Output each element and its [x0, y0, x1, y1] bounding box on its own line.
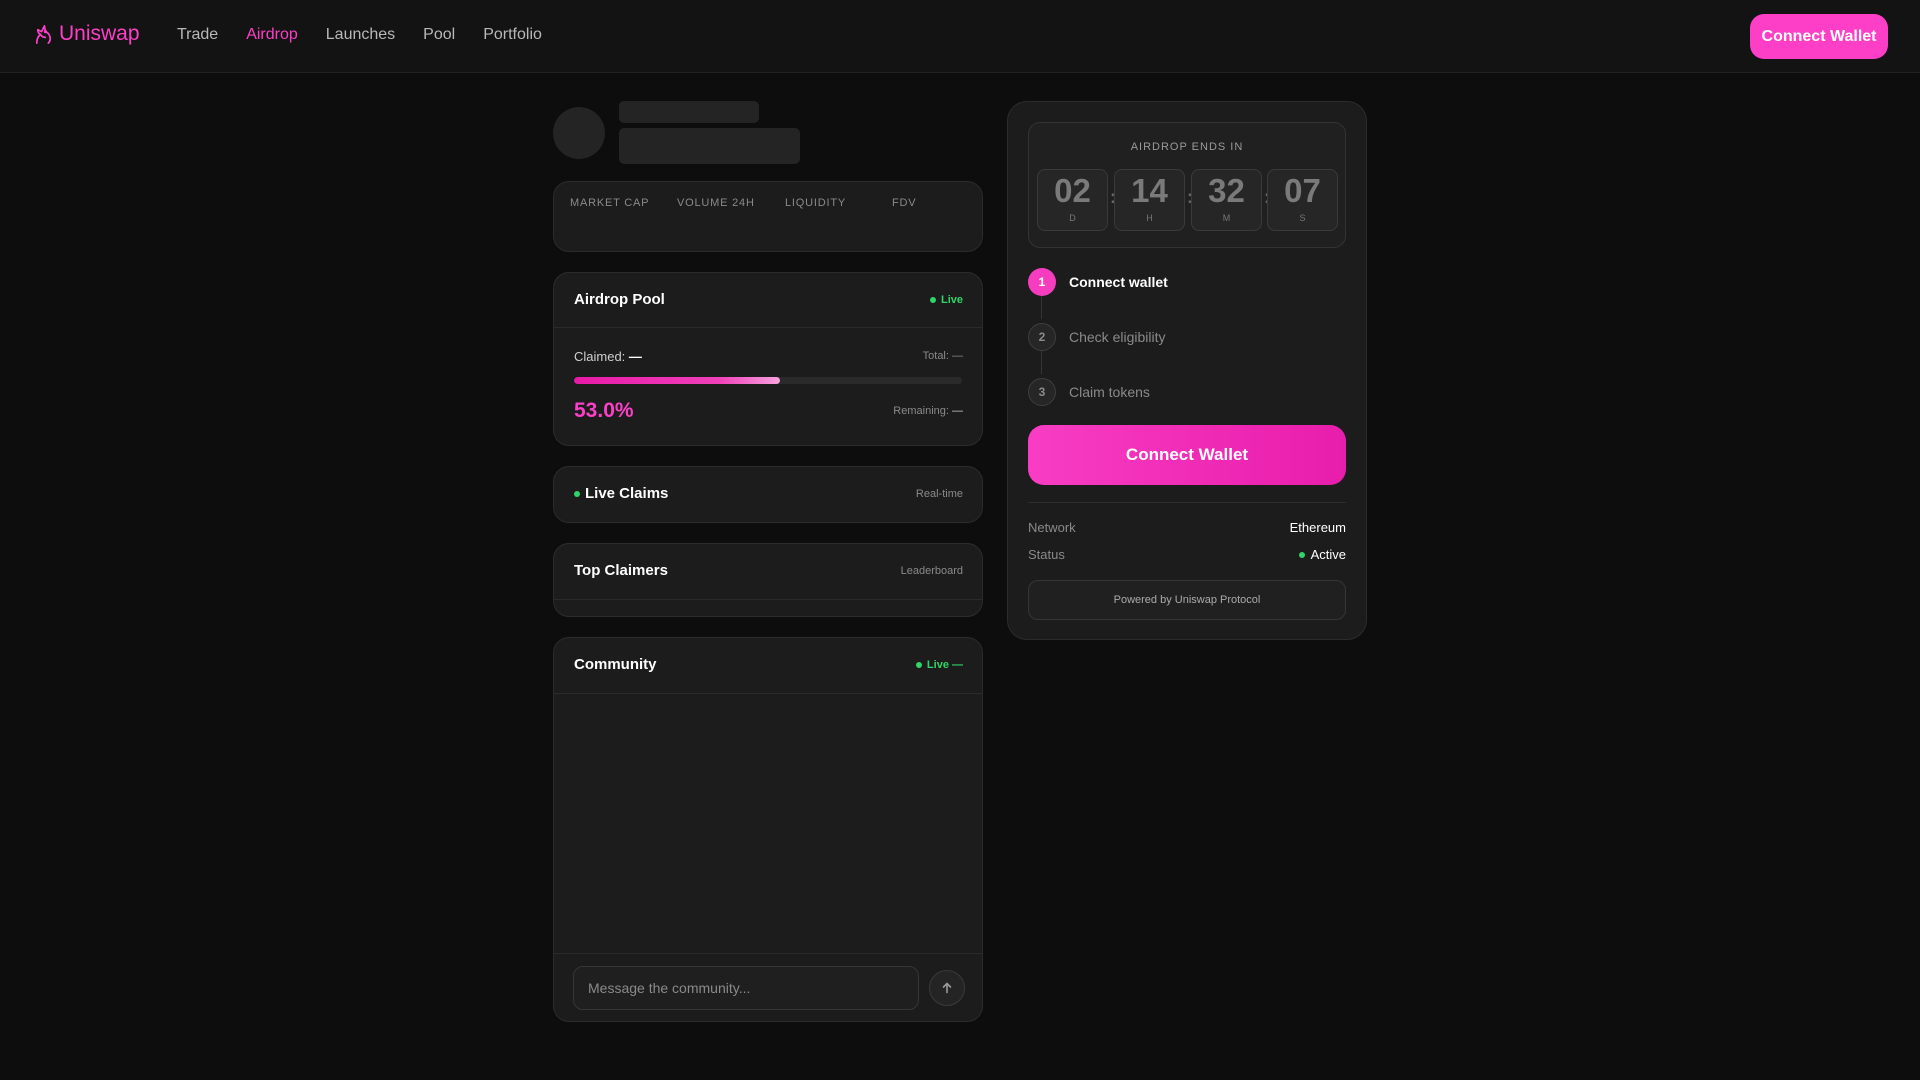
claimed-value: — — [628, 349, 642, 364]
live-dot-icon — [574, 490, 580, 497]
community-title: Community — [574, 656, 657, 673]
token-stats-card: MARKET CAP VOLUME 24H LIQUIDITY FDV — [553, 181, 983, 252]
token-price-placeholder — [619, 128, 800, 164]
step-2-number: 2 — [1028, 323, 1056, 351]
claims-subtitle: Real-time — [915, 488, 963, 500]
stat-label-fdv: FDV — [892, 197, 917, 209]
top-claimers-card: Top Claimers Leaderboard — [553, 543, 983, 617]
stat-label-market-cap: MARKET CAP — [570, 197, 650, 209]
step-claim-tokens: 3 Claim tokens — [1028, 378, 1150, 406]
step-connector — [1041, 296, 1042, 319]
community-card: Community Live — — [553, 637, 983, 1022]
countdown-minutes: 32 M — [1191, 169, 1262, 231]
step-3-label: Claim tokens — [1069, 384, 1150, 400]
step-1-label: Connect wallet — [1069, 274, 1168, 290]
pool-status-text: Live — [940, 294, 963, 306]
nav-link-airdrop[interactable]: Airdrop — [246, 26, 298, 44]
remaining-label: Remaining: — [893, 405, 949, 417]
countdown-minutes-unit: M — [1222, 213, 1231, 223]
status-label: Status — [1028, 547, 1065, 562]
step-3-number: 3 — [1028, 378, 1056, 406]
community-header: Community Live — — [554, 638, 982, 694]
remaining-row: Remaining: — — [893, 405, 963, 417]
step-connector — [1041, 351, 1042, 374]
airdrop-pool-card: Airdrop Pool Live Claimed: — Total: — 53… — [553, 272, 983, 446]
pool-title: Airdrop Pool — [574, 291, 665, 308]
claim-percent: 53.0% — [574, 399, 634, 422]
nav-link-trade[interactable]: Trade — [177, 26, 218, 44]
claim-panel: AIRDROP ENDS IN 02 D : 14 H : 32 M : 07 … — [1007, 101, 1367, 640]
claimers-header: Top Claimers Leaderboard — [554, 544, 982, 600]
stat-label-volume: VOLUME 24H — [677, 197, 755, 209]
community-status-badge: Live — — [915, 659, 963, 671]
countdown-days-unit: D — [1069, 213, 1076, 223]
message-composer — [554, 953, 982, 1021]
nav-links: Trade Airdrop Launches Pool Portfolio — [177, 26, 542, 44]
countdown-title: AIRDROP ENDS IN — [1130, 141, 1244, 153]
panel-divider — [1028, 502, 1346, 503]
step-2-label: Check eligibility — [1069, 329, 1166, 345]
countdown-hours: 14 H — [1114, 169, 1185, 231]
powered-by-badge: Powered by Uniswap Protocol — [1028, 580, 1346, 620]
claimers-title: Top Claimers — [574, 562, 668, 579]
pool-header: Airdrop Pool Live — [554, 273, 982, 328]
community-message-input[interactable] — [573, 966, 919, 1010]
airdrop-countdown: AIRDROP ENDS IN 02 D : 14 H : 32 M : 07 … — [1028, 122, 1346, 248]
uniswap-logo[interactable]: Uniswap — [32, 22, 140, 46]
countdown-days-value: 02 — [1054, 172, 1091, 209]
nav-link-launches[interactable]: Launches — [326, 26, 395, 44]
claimed-label: Claimed: — [574, 349, 626, 364]
logo-text: Uniswap — [59, 22, 140, 45]
community-status-text: Live — — [926, 659, 963, 671]
step-check-eligibility: 2 Check eligibility — [1028, 323, 1165, 351]
status-row: Status Active — [1028, 547, 1346, 562]
countdown-hours-unit: H — [1146, 213, 1153, 223]
nav-connect-wallet-button[interactable]: Connect Wallet — [1750, 14, 1888, 59]
countdown-seconds-value: 07 — [1284, 172, 1321, 209]
send-arrow-icon — [942, 982, 952, 994]
live-dot-icon — [915, 662, 922, 668]
countdown-seconds: 07 S — [1267, 169, 1338, 231]
nav-link-portfolio[interactable]: Portfolio — [483, 26, 542, 44]
token-avatar-placeholder — [553, 107, 605, 159]
network-row: Network Ethereum — [1028, 520, 1346, 535]
network-value: Ethereum — [1289, 520, 1346, 535]
nav-link-pool[interactable]: Pool — [423, 26, 455, 44]
status-value: Active — [1310, 547, 1346, 562]
claims-title: Live Claims — [585, 485, 669, 502]
step-connect-wallet: 1 Connect wallet — [1028, 268, 1168, 296]
top-nav: Uniswap Trade Airdrop Launches Pool Port… — [0, 0, 1920, 73]
claim-progress-bar — [574, 377, 962, 384]
remaining-value: — — [952, 405, 963, 417]
connect-wallet-button[interactable]: Connect Wallet — [1028, 425, 1346, 485]
step-1-number: 1 — [1028, 268, 1056, 296]
send-message-button[interactable] — [929, 970, 965, 1006]
unicorn-logo-icon — [35, 24, 52, 44]
status-value-wrap: Active — [1298, 547, 1346, 562]
claimers-subtitle[interactable]: Leaderboard — [901, 565, 963, 577]
pool-status-badge: Live — [929, 294, 963, 306]
live-dot-icon — [929, 297, 936, 303]
countdown-minutes-value: 32 — [1208, 172, 1245, 209]
claim-progress-fill — [574, 377, 780, 384]
claimed-row: Claimed: — — [574, 349, 642, 364]
claims-title-wrap: Live Claims — [574, 485, 668, 502]
live-dot-icon — [1298, 551, 1305, 558]
countdown-hours-value: 14 — [1131, 172, 1168, 209]
countdown-days: 02 D — [1037, 169, 1108, 231]
countdown-seconds-unit: S — [1299, 213, 1306, 223]
total-label: Total: — — [922, 350, 963, 362]
token-name-placeholder — [619, 101, 759, 123]
stat-label-liquidity: LIQUIDITY — [785, 197, 846, 209]
network-label: Network — [1028, 520, 1076, 535]
live-claims-card: Live Claims Real-time — [553, 466, 983, 523]
